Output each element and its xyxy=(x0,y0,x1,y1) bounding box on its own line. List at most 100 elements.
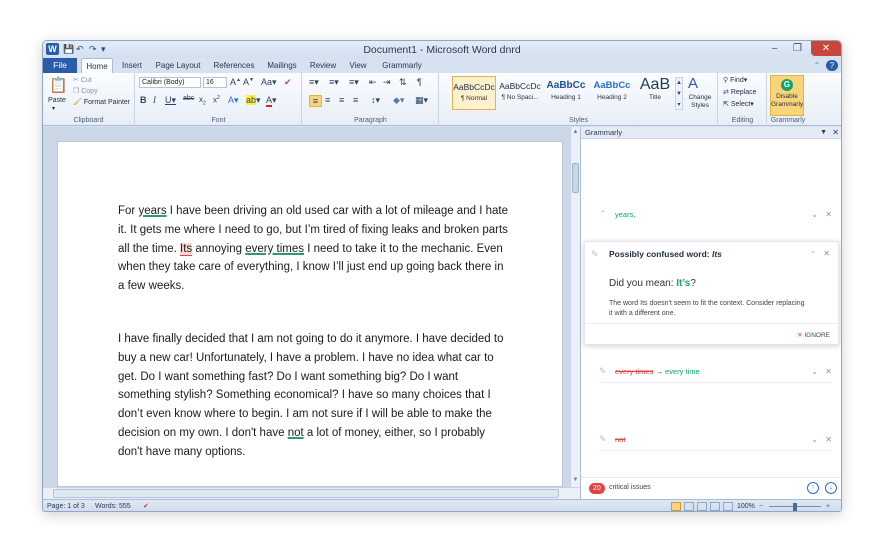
grow-font-icon[interactable]: A▲ xyxy=(230,77,241,87)
style-heading-1[interactable]: AaBbCc Heading 1 xyxy=(544,76,588,110)
tab-grammarly[interactable]: Grammarly xyxy=(379,58,425,73)
tab-references[interactable]: References xyxy=(209,58,259,73)
zoom-out-icon[interactable]: − xyxy=(759,500,763,511)
dismiss-icon[interactable]: ✕ xyxy=(825,367,832,376)
horizontal-scrollbar[interactable] xyxy=(43,487,580,499)
panel-menu-icon[interactable]: ▼ xyxy=(820,127,827,139)
card-close-icon[interactable]: ✕ xyxy=(823,249,830,258)
multilevel-list-icon[interactable]: ≡▾ xyxy=(349,77,359,88)
paragraph-1[interactable]: For years I have been driving an old use… xyxy=(118,202,508,296)
print-layout-icon[interactable] xyxy=(671,502,681,511)
font-size-dropdown[interactable]: 16 xyxy=(203,77,227,88)
replacement-word[interactable]: It’s xyxy=(676,278,690,289)
tab-home[interactable]: Home xyxy=(81,58,113,73)
minimize-ribbon-icon[interactable]: ⌃ xyxy=(811,58,823,73)
hscroll-thumb[interactable] xyxy=(53,489,559,498)
line-spacing-icon[interactable]: ↕▾ xyxy=(371,95,380,106)
justify-icon[interactable]: ≡ xyxy=(353,95,358,105)
issue-its[interactable]: Its xyxy=(180,242,193,256)
align-right-icon[interactable]: ≡ xyxy=(339,95,344,105)
subscript-icon[interactable]: x2 xyxy=(199,95,206,107)
italic-icon[interactable]: I xyxy=(153,95,156,105)
highlight-icon[interactable]: ab▾ xyxy=(246,95,261,106)
increase-indent-icon[interactable]: ⇥ xyxy=(383,77,391,88)
tab-view[interactable]: View xyxy=(345,58,371,73)
zoom-slider-thumb[interactable] xyxy=(793,503,797,511)
find-button[interactable]: ⚲ Find▾ xyxy=(723,76,747,84)
bold-icon[interactable]: B xyxy=(140,95,147,105)
web-layout-icon[interactable] xyxy=(697,502,707,511)
page-count[interactable]: Page: 1 of 3 xyxy=(47,500,85,511)
restore-button[interactable]: ❐ xyxy=(787,41,808,56)
expand-icon[interactable]: ⌄ xyxy=(811,367,818,376)
expand-icon[interactable]: ⌄ xyxy=(811,210,818,219)
style-normal[interactable]: AaBbCcDc ¶ Normal xyxy=(452,76,496,110)
ignore-button[interactable]: ✕ IGNORE xyxy=(797,331,830,339)
font-color-icon[interactable]: A▾ xyxy=(266,95,277,107)
issue-not[interactable]: not xyxy=(288,427,304,439)
format-painter-button[interactable]: 🖌 Format Painter xyxy=(73,98,130,106)
suggestion-card-every-times[interactable]: ✎ every times → every time ⌄ ✕ xyxy=(585,363,836,383)
style-heading-2[interactable]: AaBbCc Heading 2 xyxy=(590,76,634,110)
document-page[interactable]: For years I have been driving an old use… xyxy=(57,141,563,487)
close-button[interactable]: ✕ xyxy=(811,41,841,56)
paragraph-2[interactable]: I have finally decided that I am not goi… xyxy=(118,330,508,462)
show-marks-icon[interactable]: ¶ xyxy=(417,77,422,87)
disable-grammarly-button[interactable]: G Disable Grammarly xyxy=(770,75,804,116)
draft-icon[interactable] xyxy=(723,502,733,511)
style-title[interactable]: AaB Title xyxy=(636,76,674,110)
change-case-icon[interactable]: Aa▾ xyxy=(261,77,277,88)
shrink-font-icon[interactable]: A▼ xyxy=(243,77,254,87)
align-center-icon[interactable]: ≡ xyxy=(325,95,330,105)
style-no-spacing[interactable]: AaBbCcDc ¶ No Spaci... xyxy=(498,76,542,110)
tab-insert[interactable]: Insert xyxy=(117,58,147,73)
bullets-icon[interactable]: ≡▾ xyxy=(309,77,319,88)
full-screen-icon[interactable] xyxy=(684,502,694,511)
replace-button[interactable]: ⇄ Replace xyxy=(723,88,757,96)
superscript-icon[interactable]: x2 xyxy=(213,95,220,105)
text-effects-icon[interactable]: A▾ xyxy=(228,95,239,106)
align-left-icon[interactable]: ≡ xyxy=(309,95,322,107)
outline-icon[interactable] xyxy=(710,502,720,511)
font-name-dropdown[interactable]: Calibri (Body) xyxy=(139,77,201,88)
styles-scroll-icon[interactable]: ▲ ▼ ▾ xyxy=(675,77,683,110)
scroll-up-icon[interactable]: ▲ xyxy=(572,129,579,137)
zoom-level[interactable]: 100% xyxy=(737,500,755,511)
suggestion-card-its[interactable]: ✎ Possibly confused word: Its ⌃ ✕ Did yo… xyxy=(584,241,839,345)
next-issue-icon[interactable]: ↓ xyxy=(825,482,837,494)
help-icon[interactable]: ? xyxy=(826,60,838,71)
scroll-down-icon[interactable]: ▼ xyxy=(572,477,579,485)
vertical-scrollbar[interactable]: ▲ ▼ xyxy=(570,127,580,487)
previous-issue-icon[interactable]: ↑ xyxy=(807,482,819,494)
clear-formatting-icon[interactable]: ✔ xyxy=(284,77,292,88)
dismiss-icon[interactable]: ✕ xyxy=(825,435,832,444)
tab-file[interactable]: File xyxy=(43,58,77,73)
decrease-indent-icon[interactable]: ⇤ xyxy=(369,77,377,88)
tab-review[interactable]: Review xyxy=(307,58,339,73)
word-count[interactable]: Words: 555 xyxy=(95,500,131,511)
cut-button[interactable]: ✂ Cut xyxy=(73,76,92,84)
proofing-icon[interactable]: ✔ xyxy=(143,500,149,511)
panel-close-icon[interactable]: ✕ xyxy=(832,127,839,139)
select-button[interactable]: ⇱ Select▾ xyxy=(723,100,754,108)
paste-button[interactable]: Paste xyxy=(48,97,66,104)
numbering-icon[interactable]: ≡▾ xyxy=(329,77,339,88)
copy-button[interactable]: ❐ Copy xyxy=(73,87,98,95)
change-styles-icon[interactable]: A xyxy=(688,75,698,92)
collapse-icon[interactable]: ⌃ xyxy=(810,250,816,258)
tab-mailings[interactable]: Mailings xyxy=(263,58,301,73)
paste-dropdown-icon[interactable]: ▾ xyxy=(52,105,55,112)
paste-icon[interactable]: 📋 xyxy=(49,76,68,94)
strikethrough-icon[interactable]: abc xyxy=(183,95,194,102)
borders-icon[interactable]: ▦▾ xyxy=(415,95,428,106)
shading-icon[interactable]: ◆▾ xyxy=(393,95,404,106)
suggestion-card-not[interactable]: ✎ not ⌄ ✕ xyxy=(585,431,836,451)
zoom-in-icon[interactable]: + xyxy=(826,500,830,511)
sort-icon[interactable]: ⇅ xyxy=(399,77,407,88)
underline-icon[interactable]: U▾ xyxy=(165,95,176,106)
issue-years[interactable]: years xyxy=(138,205,166,217)
dismiss-icon[interactable]: ✕ xyxy=(825,210,832,219)
expand-icon[interactable]: ⌄ xyxy=(811,435,818,444)
minimize-button[interactable]: – xyxy=(764,41,785,56)
scroll-thumb[interactable] xyxy=(572,163,579,193)
